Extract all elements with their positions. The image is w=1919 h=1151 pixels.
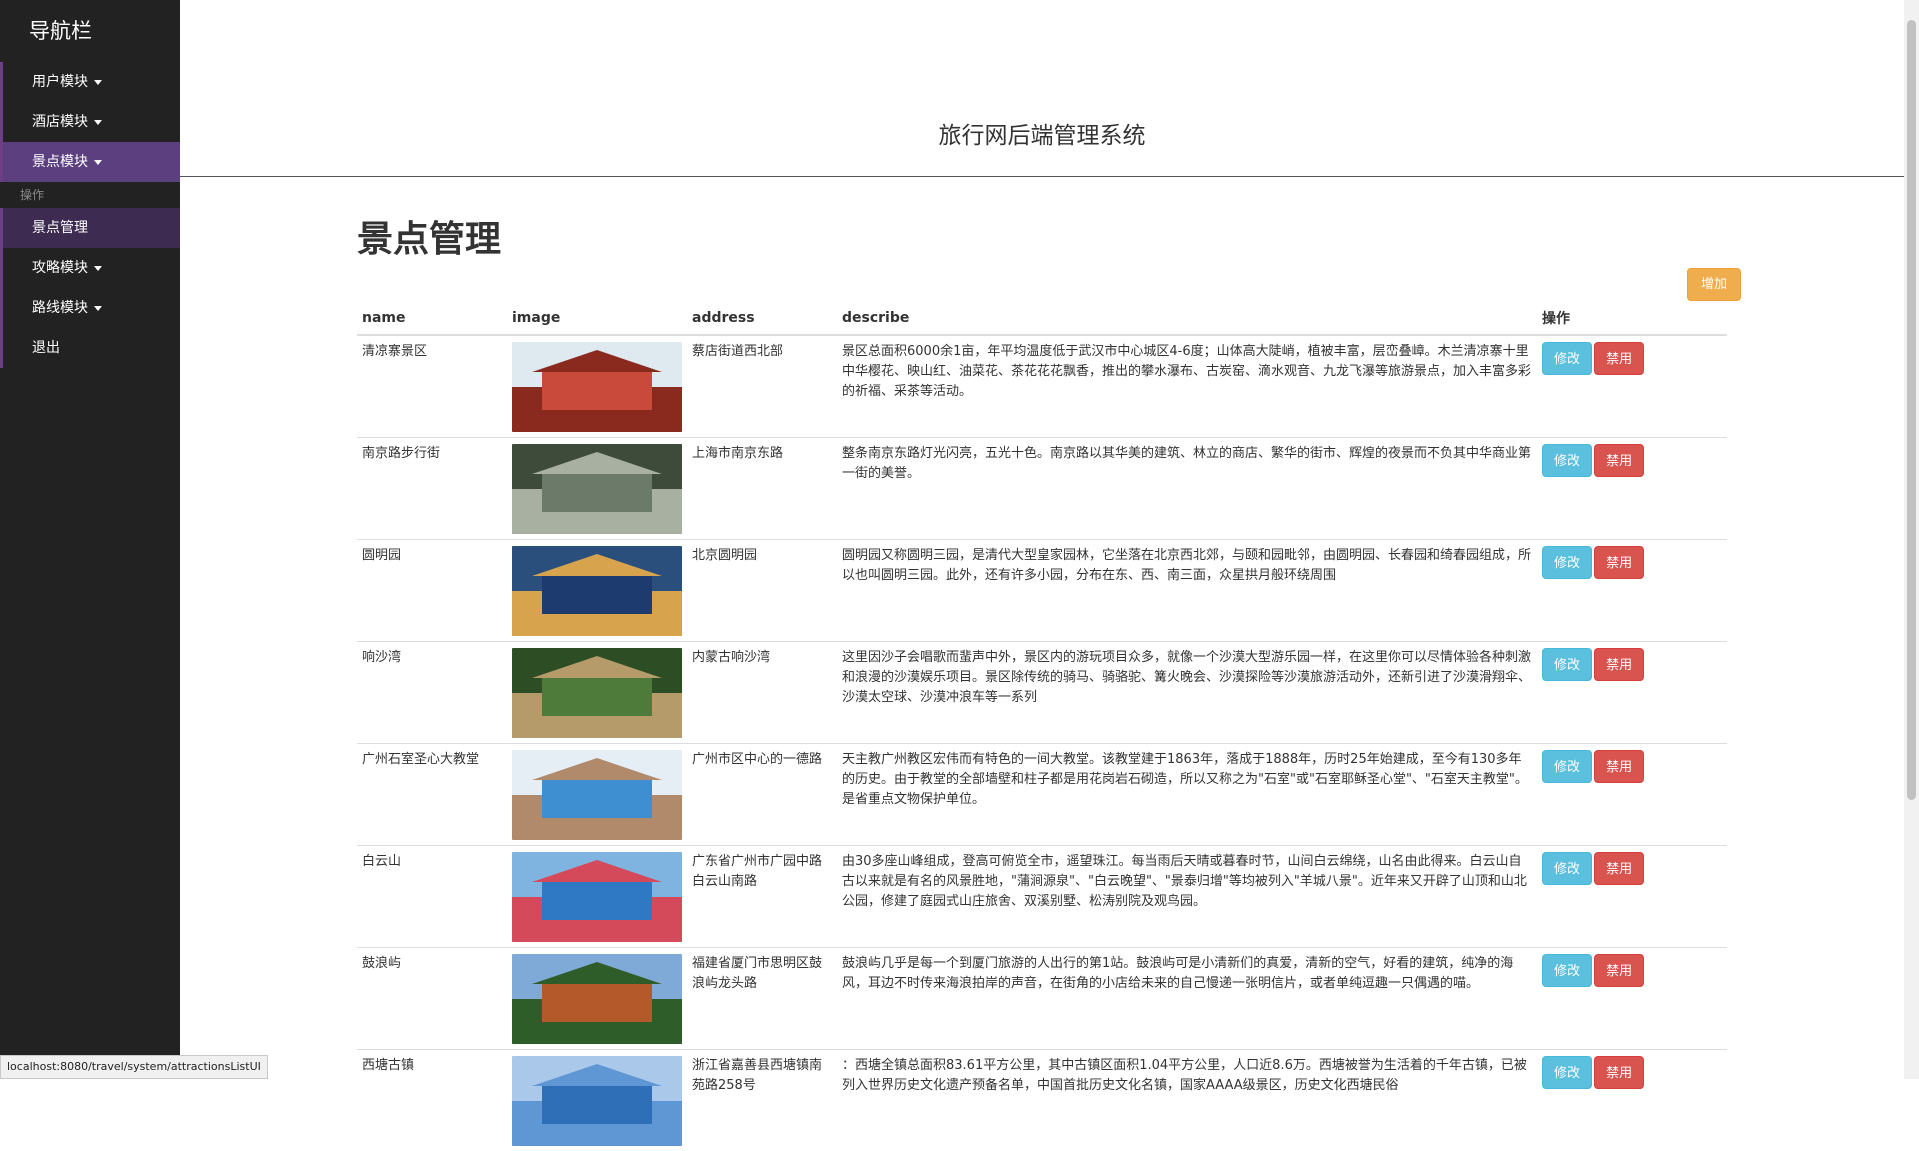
sidebar-item-label: 用户模块 (32, 74, 88, 90)
disable-button[interactable]: 禁用 (1594, 750, 1644, 783)
caret-down-icon (94, 266, 102, 271)
table-row: 鼓浪屿 福建省厦门市思明区鼓浪屿龙头路 鼓浪屿几乎是每一个到厦门旅游的人出行的第… (357, 948, 1727, 1050)
attraction-image (512, 546, 682, 636)
attraction-description: 整条南京东路灯光闪亮，五光十色。南京路以其华美的建筑、林立的商店、繁华的街市、辉… (842, 446, 1531, 481)
attraction-name: 南京路步行街 (362, 446, 440, 461)
attraction-description: 天主教广州教区宏伟而有特色的一间大教堂。该教堂建于1863年，落成于1888年，… (842, 752, 1528, 807)
attraction-name: 广州石室圣心大教堂 (362, 752, 479, 767)
edit-button[interactable]: 修改 (1542, 1056, 1592, 1089)
attraction-name: 西塘古镇 (362, 1058, 414, 1073)
disable-button[interactable]: 禁用 (1594, 444, 1644, 477)
sidebar-section-header: 操作 (0, 182, 180, 208)
attraction-name: 圆明园 (362, 548, 401, 563)
attraction-address: 蔡店街道西北部 (692, 344, 783, 359)
column-header-name: name (357, 302, 507, 335)
attraction-address: 广州市区中心的一德路 (692, 752, 822, 767)
attraction-address: 浙江省嘉善县西塘镇南苑路258号 (692, 1058, 822, 1093)
sidebar-item-label: 景点管理 (32, 220, 88, 236)
caret-down-icon (94, 306, 102, 311)
edit-button[interactable]: 修改 (1542, 648, 1592, 681)
attraction-address: 上海市南京东路 (692, 446, 783, 461)
sidebar-item-users[interactable]: 用户模块 (0, 62, 180, 102)
edit-button[interactable]: 修改 (1542, 954, 1592, 987)
attraction-name: 鼓浪屿 (362, 956, 401, 971)
table-row: 圆明园 北京圆明园 圆明园又称圆明三园，是清代大型皇家园林，它坐落在北京西北郊，… (357, 540, 1727, 642)
site-title: 旅行网后端管理系统 (180, 116, 1904, 150)
attraction-address: 内蒙古响沙湾 (692, 650, 770, 665)
table-row: 西塘古镇 浙江省嘉善县西塘镇南苑路258号 ：西塘全镇总面积83.61平方公里，… (357, 1050, 1727, 1151)
attraction-description: 圆明园又称圆明三园，是清代大型皇家园林，它坐落在北京西北郊，与颐和园毗邻，由圆明… (842, 548, 1531, 583)
disable-button[interactable]: 禁用 (1594, 342, 1644, 375)
disable-button[interactable]: 禁用 (1594, 1056, 1644, 1089)
status-url: localhost:8080/travel/system/attractions… (0, 1055, 268, 1079)
sidebar-item-label: 路线模块 (32, 300, 88, 316)
edit-button[interactable]: 修改 (1542, 750, 1592, 783)
caret-down-icon (94, 80, 102, 85)
attraction-image (512, 852, 682, 942)
attraction-image (512, 1056, 682, 1146)
attraction-image (512, 750, 682, 840)
sidebar-item-label: 退出 (32, 340, 60, 356)
attraction-description: 景区总面积6000余1亩，年平均温度低于武汉市中心城区4-6度；山体高大陡峭，植… (842, 344, 1531, 399)
sidebar-item-label: 酒店模块 (32, 114, 88, 130)
top-header: 旅行网后端管理系统 (180, 0, 1904, 177)
table-row: 响沙湾 内蒙古响沙湾 这里因沙子会唱歌而蜚声中外，景区内的游玩项目众多，就像一个… (357, 642, 1727, 744)
sidebar-item-guides[interactable]: 攻略模块 (0, 248, 180, 288)
table-row: 广州石室圣心大教堂 广州市区中心的一德路 天主教广州教区宏伟而有特色的一间大教堂… (357, 744, 1727, 846)
disable-button[interactable]: 禁用 (1594, 852, 1644, 885)
column-header-image: image (507, 302, 687, 335)
attraction-description: ：西塘全镇总面积83.61平方公里，其中古镇区面积1.04平方公里，人口近8.6… (842, 1058, 1527, 1093)
table-row: 白云山 广东省广州市广园中路白云山南路 由30多座山峰组成，登高可俯览全市，遥望… (357, 846, 1727, 948)
attraction-address: 福建省厦门市思明区鼓浪屿龙头路 (692, 956, 822, 991)
edit-button[interactable]: 修改 (1542, 546, 1592, 579)
attraction-name: 响沙湾 (362, 650, 401, 665)
page-title: 景点管理 (357, 210, 501, 262)
attraction-image (512, 954, 682, 1044)
edit-button[interactable]: 修改 (1542, 444, 1592, 477)
attraction-description: 鼓浪屿几乎是每一个到厦门旅游的人出行的第1站。鼓浪屿可是小清新们的真爱，清新的空… (842, 956, 1513, 991)
table-row: 清凉寨景区 蔡店街道西北部 景区总面积6000余1亩，年平均温度低于武汉市中心城… (357, 335, 1727, 438)
attraction-image (512, 342, 682, 432)
attraction-address: 广东省广州市广园中路白云山南路 (692, 854, 822, 889)
attraction-description: 这里因沙子会唱歌而蜚声中外，景区内的游玩项目众多，就像一个沙漠大型游乐园一样，在… (842, 650, 1531, 705)
sidebar-item-attraction-management[interactable]: 景点管理 (0, 208, 180, 248)
attraction-name: 清凉寨景区 (362, 344, 427, 359)
attraction-image (512, 444, 682, 534)
sidebar-item-routes[interactable]: 路线模块 (0, 288, 180, 328)
attraction-address: 北京圆明园 (692, 548, 757, 563)
column-header-address: address (687, 302, 837, 335)
attractions-table: name image address describe 操作 清凉寨景区 蔡店街… (357, 302, 1727, 1151)
sidebar-item-label: 攻略模块 (32, 260, 88, 276)
sidebar: 导航栏 用户模块 酒店模块 景点模块 操作 景点管理 攻略模块 路线模块 退出 (0, 0, 180, 1079)
attraction-image (512, 648, 682, 738)
sidebar-brand: 导航栏 (0, 0, 180, 62)
sidebar-item-logout[interactable]: 退出 (0, 328, 180, 368)
sidebar-item-label: 景点模块 (32, 154, 88, 170)
sidebar-item-attractions[interactable]: 景点模块 (0, 142, 180, 182)
column-header-actions: 操作 (1537, 302, 1727, 335)
attraction-description: 由30多座山峰组成，登高可俯览全市，遥望珠江。每当雨后天晴或暮春时节，山间白云绵… (842, 854, 1527, 909)
edit-button[interactable]: 修改 (1542, 342, 1592, 375)
sidebar-item-hotels[interactable]: 酒店模块 (0, 102, 180, 142)
column-header-describe: describe (837, 302, 1537, 335)
table-row: 南京路步行街 上海市南京东路 整条南京东路灯光闪亮，五光十色。南京路以其华美的建… (357, 438, 1727, 540)
table-header-row: name image address describe 操作 (357, 302, 1727, 335)
add-button[interactable]: 增加 (1687, 268, 1741, 301)
disable-button[interactable]: 禁用 (1594, 546, 1644, 579)
caret-down-icon (94, 160, 102, 165)
caret-down-icon (94, 120, 102, 125)
disable-button[interactable]: 禁用 (1594, 954, 1644, 987)
disable-button[interactable]: 禁用 (1594, 648, 1644, 681)
scrollbar-thumb[interactable] (1907, 20, 1916, 800)
edit-button[interactable]: 修改 (1542, 852, 1592, 885)
page-scrollbar[interactable] (1904, 0, 1919, 1079)
attraction-name: 白云山 (362, 854, 401, 869)
